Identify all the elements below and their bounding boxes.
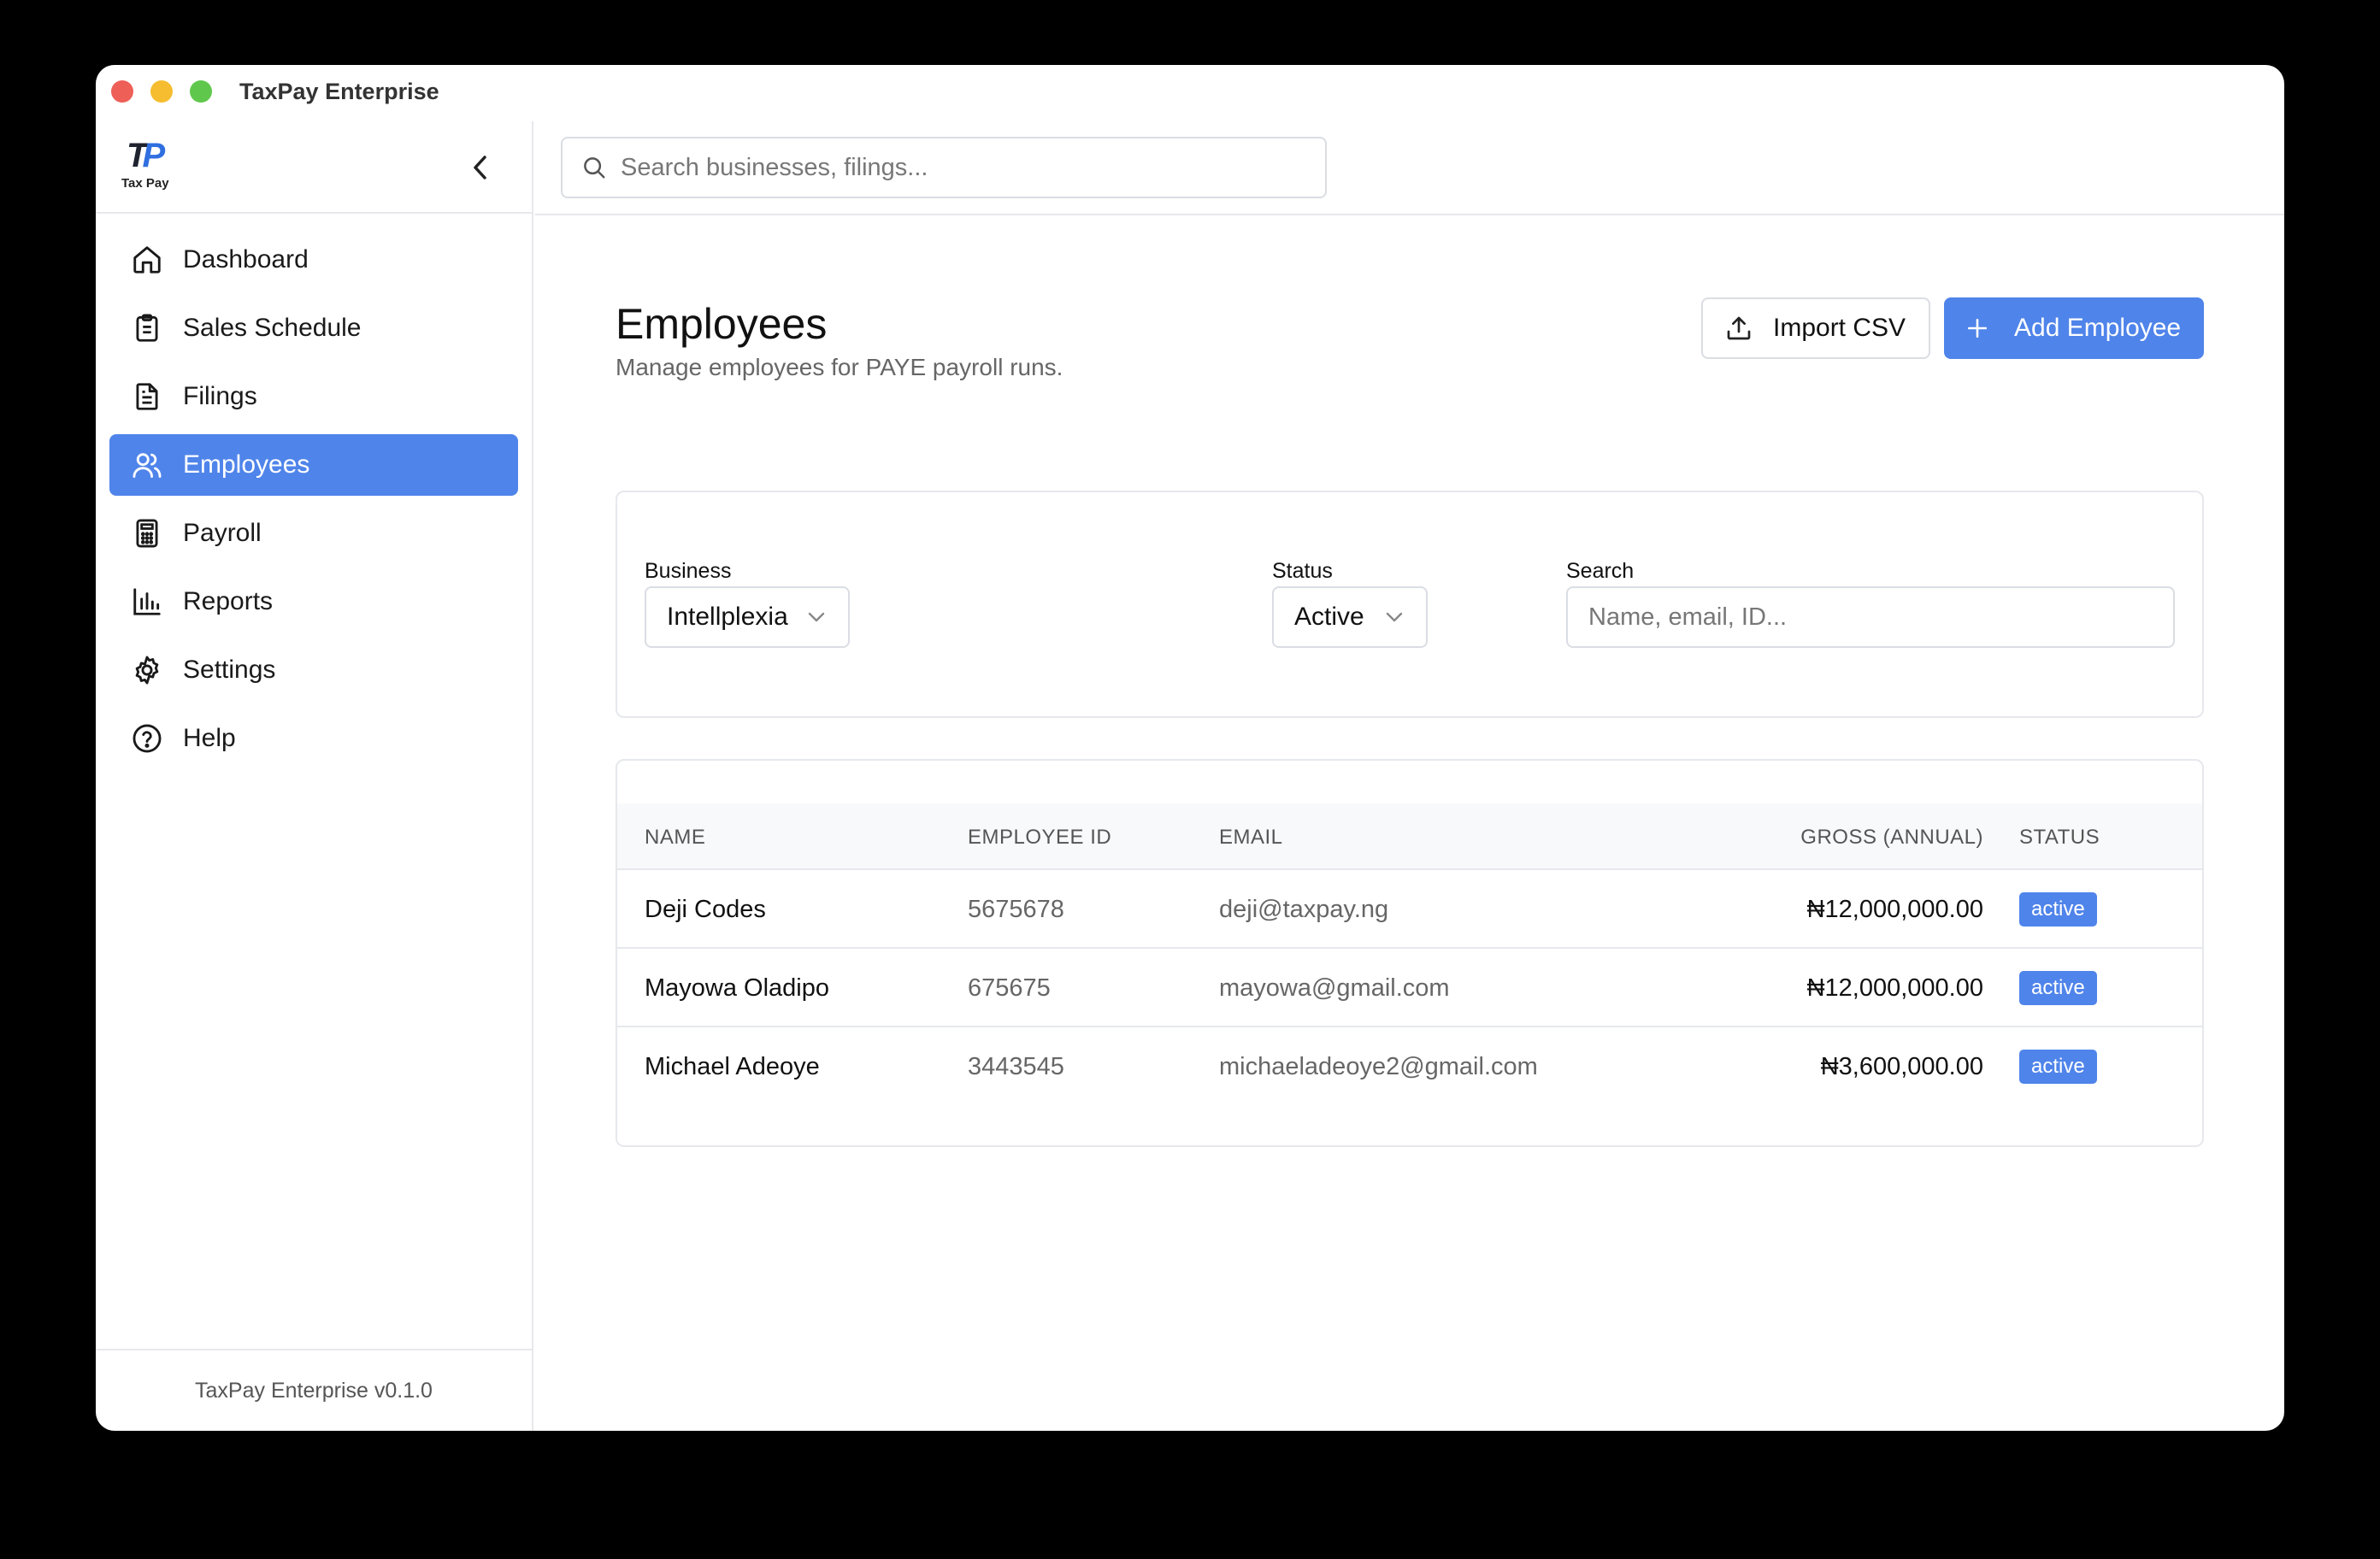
employee-name: Michael Adeoye bbox=[645, 1053, 820, 1080]
global-search-input[interactable] bbox=[621, 153, 1287, 182]
employee-gross: ₦12,000,000.00 bbox=[1806, 974, 1983, 1002]
table-header: NAME EMPLOYEE ID EMAIL GROSS (ANNUAL) ST… bbox=[617, 803, 2202, 870]
users-icon bbox=[128, 446, 166, 484]
chevron-left-icon bbox=[474, 156, 486, 179]
page-subtitle: Manage employees for PAYE payroll runs. bbox=[616, 354, 1063, 380]
window-title: TaxPay Enterprise bbox=[239, 79, 439, 104]
column-header-email[interactable]: EMAIL bbox=[1219, 826, 1283, 850]
status-badge: active bbox=[2019, 892, 2097, 927]
page-title: Employees bbox=[616, 300, 828, 348]
table-row[interactable]: Deji Codes 5675678 deji@taxpay.ng ₦12,00… bbox=[617, 870, 2202, 949]
clipboard-icon bbox=[128, 309, 166, 347]
sidebar-item-label: Sales Schedule bbox=[183, 314, 362, 342]
table-row[interactable]: Mayowa Oladipo 675675 mayowa@gmail.com ₦… bbox=[617, 949, 2202, 1027]
logo-text: Tax Pay bbox=[121, 176, 169, 191]
search-filter-label: Search bbox=[1566, 559, 1635, 583]
employee-name: Mayowa Oladipo bbox=[645, 974, 829, 1002]
column-header-employee-id[interactable]: EMPLOYEE ID bbox=[968, 826, 1111, 850]
employee-gross: ₦12,000,000.00 bbox=[1806, 896, 1983, 923]
employee-id: 675675 bbox=[968, 974, 1051, 1002]
title-bar: TaxPay Enterprise bbox=[96, 65, 2284, 121]
sidebar-item-label: Help bbox=[183, 724, 236, 752]
employee-gross: ₦3,600,000.00 bbox=[1820, 1053, 1983, 1080]
app-window: TaxPay Enterprise TP Tax Pay Dashboard S… bbox=[96, 65, 2284, 1431]
chevron-down-icon bbox=[807, 610, 826, 624]
sidebar-item-reports[interactable]: Reports bbox=[109, 571, 518, 632]
sidebar-item-settings[interactable]: Settings bbox=[109, 639, 518, 701]
status-select[interactable]: Active bbox=[1272, 586, 1428, 648]
import-csv-label: Import CSV bbox=[1773, 314, 1906, 342]
business-select-value: Intellplexia bbox=[667, 603, 788, 631]
help-circle-icon bbox=[128, 720, 166, 757]
employee-email: mayowa@gmail.com bbox=[1219, 974, 1450, 1002]
collapse-sidebar-button[interactable] bbox=[463, 150, 498, 185]
sidebar-item-payroll[interactable]: Payroll bbox=[109, 503, 518, 564]
app-logo[interactable]: TP Tax Pay bbox=[120, 137, 176, 193]
search-icon bbox=[581, 155, 607, 180]
sidebar-item-label: Settings bbox=[183, 656, 276, 684]
business-select[interactable]: Intellplexia bbox=[645, 586, 850, 648]
sidebar-item-help[interactable]: Help bbox=[109, 708, 518, 769]
sidebar-item-employees[interactable]: Employees bbox=[109, 434, 518, 496]
add-employee-button[interactable]: Add Employee bbox=[1944, 297, 2204, 359]
maximize-window-button[interactable] bbox=[190, 80, 212, 103]
employee-search-input[interactable] bbox=[1566, 586, 2175, 648]
employee-id: 3443545 bbox=[968, 1053, 1064, 1080]
chevron-down-icon bbox=[1385, 610, 1404, 624]
upload-icon bbox=[1725, 315, 1753, 342]
main-content: Employees Manage employees for PAYE payr… bbox=[535, 217, 2284, 1431]
column-header-status[interactable]: STATUS bbox=[2019, 826, 2100, 850]
bar-chart-icon bbox=[128, 583, 166, 621]
sidebar-item-label: Reports bbox=[183, 587, 274, 615]
close-window-button[interactable] bbox=[111, 80, 133, 103]
minimize-window-button[interactable] bbox=[150, 80, 173, 103]
add-employee-label: Add Employee bbox=[2014, 314, 2182, 342]
sidebar: TP Tax Pay Dashboard Sales Schedule Fili… bbox=[96, 121, 533, 1431]
business-filter-label: Business bbox=[645, 559, 732, 583]
status-badge: active bbox=[2019, 1050, 2097, 1084]
table-row[interactable]: Michael Adeoye 3443545 michaeladeoye2@gm… bbox=[617, 1027, 2202, 1106]
employee-email: michaeladeoye2@gmail.com bbox=[1219, 1053, 1538, 1080]
status-badge: active bbox=[2019, 971, 2097, 1005]
calculator-icon bbox=[128, 515, 166, 552]
sidebar-item-filings[interactable]: Filings bbox=[109, 366, 518, 427]
filter-panel: Business Intellplexia Status Active Sear… bbox=[616, 491, 2204, 718]
sidebar-item-label: Dashboard bbox=[183, 245, 309, 274]
employee-id: 5675678 bbox=[968, 896, 1064, 923]
import-csv-button[interactable]: Import CSV bbox=[1701, 297, 1930, 359]
document-icon bbox=[128, 378, 166, 415]
employees-table: NAME EMPLOYEE ID EMAIL GROSS (ANNUAL) ST… bbox=[616, 759, 2204, 1147]
sidebar-item-dashboard[interactable]: Dashboard bbox=[109, 229, 518, 291]
sidebar-header: TP Tax Pay bbox=[96, 121, 532, 214]
plus-icon bbox=[1966, 317, 1988, 339]
top-bar bbox=[535, 121, 2284, 215]
column-header-name[interactable]: NAME bbox=[645, 826, 705, 850]
status-select-value: Active bbox=[1294, 603, 1364, 631]
employee-email: deji@taxpay.ng bbox=[1219, 896, 1389, 923]
home-icon bbox=[128, 241, 166, 279]
sidebar-item-label: Payroll bbox=[183, 519, 262, 547]
global-search[interactable] bbox=[561, 137, 1327, 198]
sidebar-item-label: Filings bbox=[183, 382, 257, 410]
employee-name: Deji Codes bbox=[645, 896, 766, 923]
status-filter-label: Status bbox=[1272, 559, 1333, 583]
sidebar-nav: Dashboard Sales Schedule Filings Employe… bbox=[96, 214, 532, 769]
gear-icon bbox=[128, 651, 166, 689]
sidebar-item-sales-schedule[interactable]: Sales Schedule bbox=[109, 297, 518, 359]
logo-mark-icon: TP bbox=[127, 137, 165, 174]
sidebar-item-label: Employees bbox=[183, 450, 310, 479]
column-header-gross[interactable]: GROSS (ANNUAL) bbox=[1800, 826, 1983, 850]
version-label: TaxPay Enterprise v0.1.0 bbox=[96, 1349, 532, 1431]
